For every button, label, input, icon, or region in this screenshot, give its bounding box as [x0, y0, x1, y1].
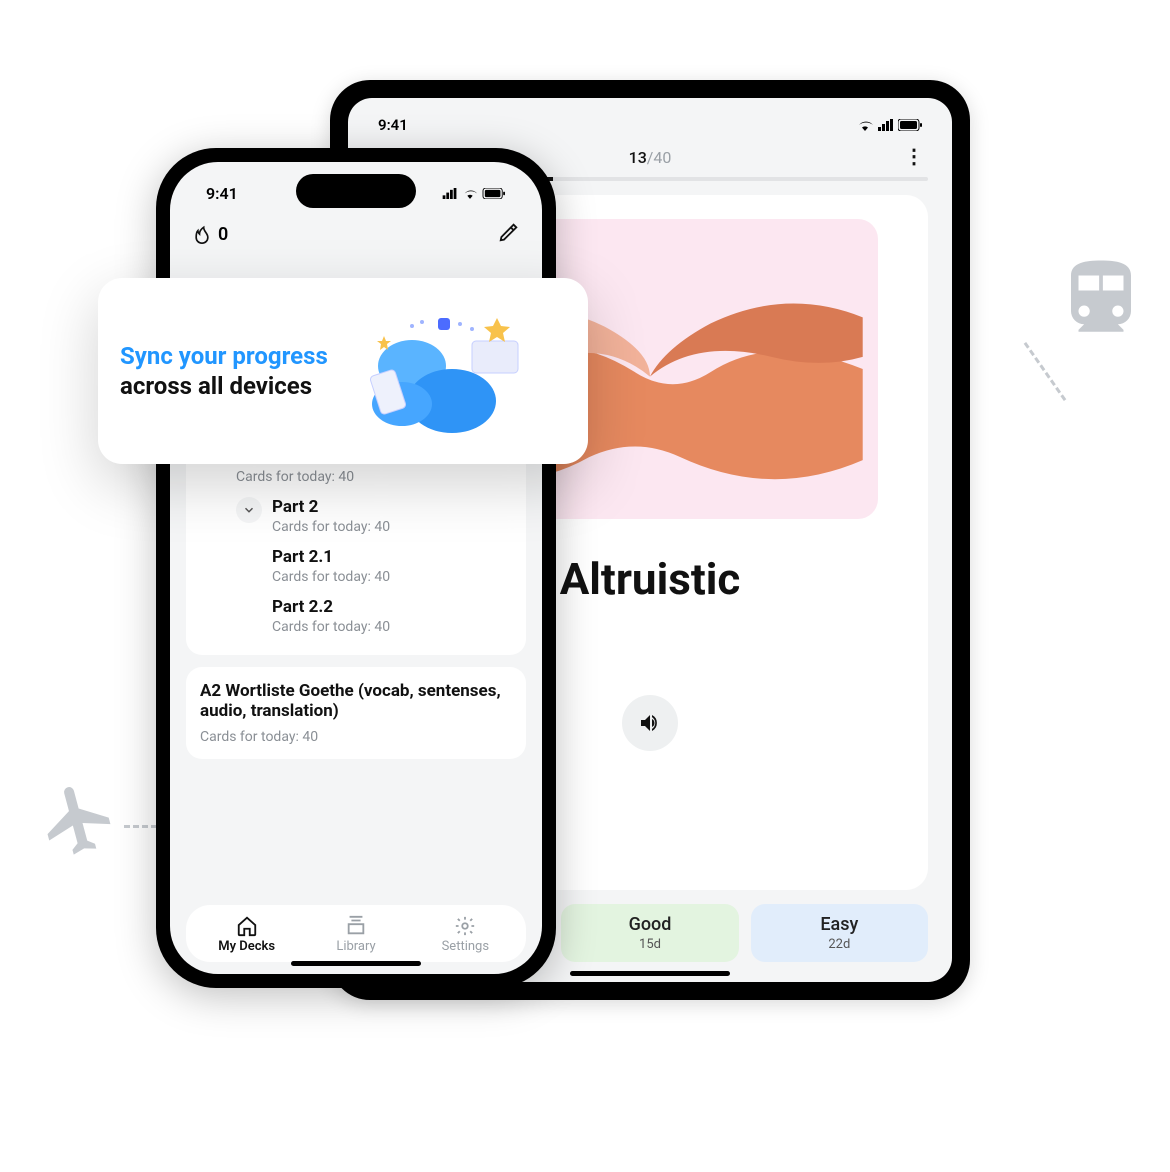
- sound-button[interactable]: [622, 695, 678, 751]
- chevron-down-icon: [242, 503, 256, 517]
- deck-row[interactable]: Part 2.1 Cards for today: 40: [200, 541, 512, 591]
- deck-subtitle: Cards for today: 40: [272, 619, 390, 635]
- tab-label: Settings: [442, 939, 489, 954]
- signal-icon: [442, 188, 458, 199]
- cloud-sync-illustration: [342, 306, 532, 436]
- phone-device: 9:41 0 En: [156, 148, 556, 988]
- phone-notch: [296, 174, 416, 208]
- status-icons: [442, 188, 506, 199]
- rating-easy-label: Easy: [820, 914, 858, 935]
- battery-icon: [898, 119, 922, 131]
- banner-line-1: Sync your progress: [120, 342, 328, 370]
- tab-label: Library: [336, 939, 375, 954]
- deck-row[interactable]: Part 2 Cards for today: 40: [200, 491, 512, 541]
- signal-icon: [878, 119, 894, 131]
- home-indicator: [291, 961, 421, 966]
- tab-my-decks[interactable]: My Decks: [192, 915, 301, 954]
- rating-easy-button[interactable]: Easy 22d: [751, 904, 928, 962]
- wifi-icon: [856, 119, 874, 131]
- home-indicator: [570, 971, 730, 976]
- streak-value: 0: [218, 224, 228, 245]
- rating-good-button[interactable]: Good 15d: [561, 904, 738, 962]
- rating-good-interval: 15d: [639, 937, 661, 952]
- home-icon: [236, 915, 258, 937]
- banner-line-2: across all devices: [120, 372, 328, 400]
- expand-toggle[interactable]: [236, 497, 262, 523]
- deck-subtitle: Cards for today: 40: [272, 569, 390, 585]
- status-time: 9:41: [378, 116, 408, 134]
- flashcard-word: Altruistic: [560, 553, 741, 605]
- deck-title: Part 2: [272, 497, 390, 517]
- edit-button[interactable]: [498, 221, 520, 247]
- deck-title: A2 Wortliste Goethe (vocab, sentenses, a…: [200, 681, 512, 721]
- fire-icon: [192, 224, 212, 244]
- tab-settings[interactable]: Settings: [411, 915, 520, 954]
- deck-subtitle: Cards for today: 40: [200, 729, 512, 745]
- streak-counter[interactable]: 0: [192, 224, 228, 245]
- deck-title: Part 2.2: [272, 597, 390, 617]
- sync-banner-text: Sync your progress across all devices: [120, 342, 328, 400]
- status-time: 9:41: [206, 184, 238, 203]
- plane-icon: [5, 746, 152, 893]
- library-icon: [345, 915, 367, 937]
- tablet-statusbar: 9:41: [372, 112, 928, 144]
- deck-subtitle: Cards for today: 40: [236, 469, 354, 485]
- train-trail: [1024, 342, 1067, 401]
- tab-label: My Decks: [218, 939, 275, 954]
- deck-card[interactable]: A2 Wortliste Goethe (vocab, sentenses, a…: [186, 667, 526, 759]
- gear-icon: [454, 915, 476, 937]
- counter-total: /40: [647, 148, 672, 167]
- status-icons: [856, 119, 922, 131]
- tab-bar: My Decks Library Settings: [186, 905, 526, 962]
- top-toolbar: 0: [186, 217, 526, 257]
- deck-row[interactable]: Part 2.2 Cards for today: 40: [200, 591, 512, 641]
- wifi-icon: [462, 188, 478, 199]
- tab-library[interactable]: Library: [301, 915, 410, 954]
- battery-icon: [482, 188, 506, 199]
- rating-easy-interval: 22d: [828, 937, 850, 952]
- more-button[interactable]: ⋮: [904, 144, 924, 168]
- speaker-icon: [638, 711, 662, 735]
- pencil-icon: [498, 221, 520, 243]
- deck-title: Part 2.1: [272, 547, 390, 567]
- rating-good-label: Good: [629, 914, 672, 935]
- sync-banner[interactable]: Sync your progress across all devices: [98, 278, 588, 464]
- counter-current: 13: [629, 148, 647, 167]
- deck-subtitle: Cards for today: 40: [272, 519, 390, 535]
- train-icon: [1056, 253, 1146, 343]
